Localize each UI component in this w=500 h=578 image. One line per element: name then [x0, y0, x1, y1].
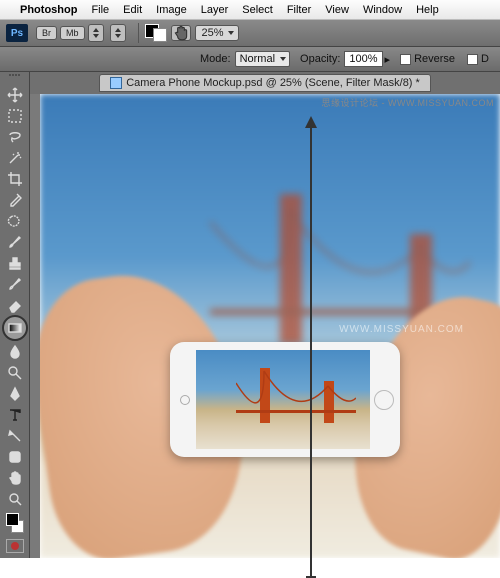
tools-grip[interactable] — [2, 74, 28, 82]
dodge-tool[interactable] — [3, 362, 27, 383]
minibridge-button[interactable]: Mb — [60, 26, 85, 40]
dither-checkbox[interactable] — [467, 54, 478, 65]
reverse-label: Reverse — [414, 53, 455, 65]
separator — [138, 23, 139, 43]
document-tab-bar: Camera Phone Mockup.psd @ 25% (Scene, Fi… — [30, 72, 500, 94]
canvas-area: Camera Phone Mockup.psd @ 25% (Scene, Fi… — [30, 72, 500, 558]
move-tool[interactable] — [3, 84, 27, 105]
brush-tool[interactable] — [3, 231, 27, 252]
hand-tool-shortcut[interactable] — [171, 25, 191, 41]
stamp-tool[interactable] — [3, 252, 27, 273]
menu-app[interactable]: Photoshop — [20, 4, 77, 16]
menu-window[interactable]: Window — [363, 4, 402, 16]
document-tab[interactable]: Camera Phone Mockup.psd @ 25% (Scene, Fi… — [99, 74, 431, 92]
tool-options-bar: Mode: Normal Opacity: 100% ▸ Reverse D — [0, 47, 500, 72]
mode-label: Mode: — [200, 53, 231, 65]
menu-file[interactable]: File — [91, 4, 109, 16]
menu-edit[interactable]: Edit — [123, 4, 142, 16]
application-bar: Ps Br Mb 25% — [0, 20, 500, 47]
zoom-tool[interactable] — [3, 488, 27, 509]
foreground-background-colors[interactable] — [4, 513, 26, 533]
menu-layer[interactable]: Layer — [201, 4, 229, 16]
dither-label: D — [481, 53, 489, 65]
crop-tool[interactable] — [3, 168, 27, 189]
menu-help[interactable]: Help — [416, 4, 439, 16]
document-icon — [110, 77, 122, 89]
type-tool[interactable] — [3, 404, 27, 425]
mode-select[interactable]: Normal — [235, 51, 290, 67]
wand-tool[interactable] — [3, 147, 27, 168]
workspace: Camera Phone Mockup.psd @ 25% (Scene, Fi… — [0, 72, 500, 558]
menu-select[interactable]: Select — [242, 4, 273, 16]
hand-tool[interactable] — [3, 467, 27, 488]
gradient-drag-indicator — [310, 118, 312, 578]
marquee-tool[interactable] — [3, 105, 27, 126]
blur-tool[interactable] — [3, 341, 27, 362]
opacity-value[interactable]: 100% — [344, 51, 382, 67]
watermark-mid: WWW.MISSYUAN.COM — [339, 324, 464, 335]
document-canvas[interactable]: WWW.MISSYUAN.COM — [40, 94, 500, 558]
bridge-button[interactable]: Br — [36, 26, 57, 40]
quick-mask-toggle[interactable] — [6, 539, 24, 553]
patch-tool[interactable] — [3, 210, 27, 231]
photoshop-logo: Ps — [6, 24, 28, 42]
menu-view[interactable]: View — [325, 4, 349, 16]
mac-menubar: Photoshop File Edit Image Layer Select F… — [0, 0, 500, 20]
phone-mockup — [170, 342, 400, 457]
menu-image[interactable]: Image — [156, 4, 187, 16]
zoom-level[interactable]: 25% — [195, 25, 239, 41]
history-brush-tool[interactable] — [3, 273, 27, 294]
screen-mode[interactable] — [110, 24, 126, 42]
gradient-tool[interactable] — [2, 315, 28, 341]
document-title: Camera Phone Mockup.psd @ 25% (Scene, Fi… — [126, 77, 420, 89]
tools-panel — [0, 72, 30, 558]
arrange-documents[interactable] — [88, 24, 104, 42]
eraser-tool[interactable] — [3, 294, 27, 315]
opacity-label: Opacity: — [300, 53, 340, 65]
opacity-flyout-icon[interactable]: ▸ — [385, 53, 391, 66]
path-tool[interactable] — [3, 425, 27, 446]
shape-tool[interactable] — [3, 446, 27, 467]
menu-filter[interactable]: Filter — [287, 4, 311, 16]
watermark-top: 思缘设计论坛 - WWW.MISSYUAN.COM — [322, 96, 495, 109]
reverse-checkbox[interactable] — [400, 54, 411, 65]
view-extras[interactable] — [145, 24, 167, 42]
lasso-tool[interactable] — [3, 126, 27, 147]
eyedropper-tool[interactable] — [3, 189, 27, 210]
pen-tool[interactable] — [3, 383, 27, 404]
